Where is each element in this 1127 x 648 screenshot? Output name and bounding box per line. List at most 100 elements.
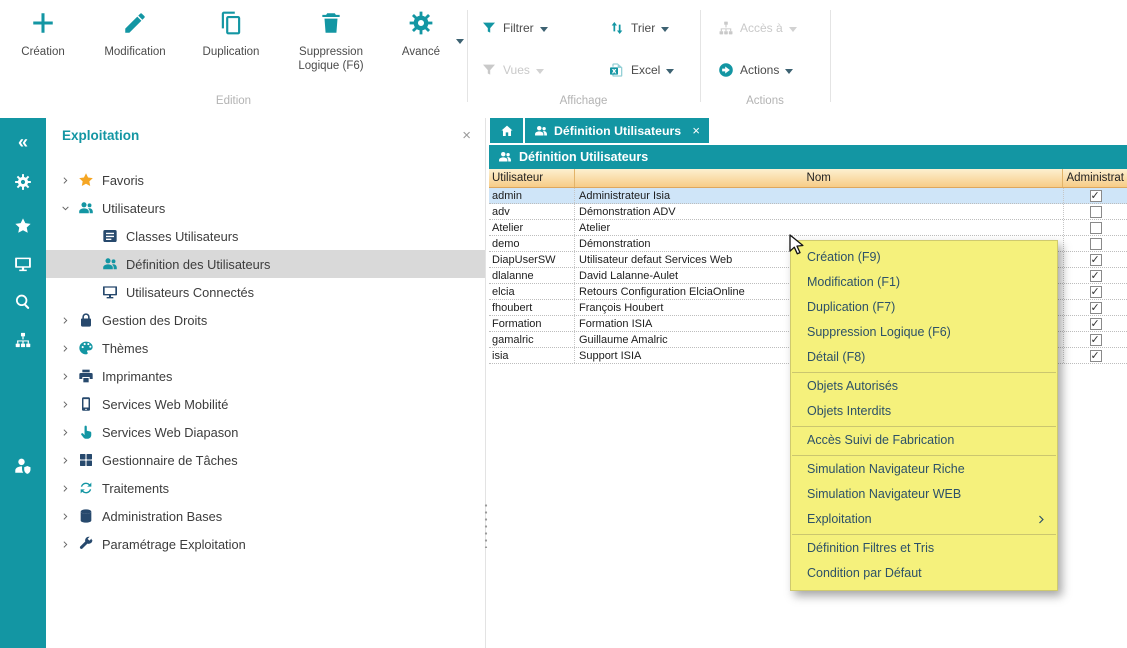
expand-chevron-icon[interactable]	[58, 509, 72, 523]
tree-item-label: Imprimantes	[102, 369, 172, 384]
tree-item-services-web-mobilite[interactable]: Services Web Mobilité	[46, 390, 485, 418]
cell-nom: Administrateur Isia	[575, 188, 1064, 203]
sidebar-item-settings[interactable]	[0, 166, 46, 198]
expand-chevron-icon[interactable]	[58, 397, 72, 411]
creation-button[interactable]: Création	[6, 10, 80, 59]
expand-chevron-icon[interactable]	[58, 453, 72, 467]
menu-separator	[792, 426, 1056, 427]
collapse-sidebar-button[interactable]: «	[0, 126, 46, 158]
context-menu-item-duplication[interactable]: Duplication (F7)	[791, 295, 1057, 320]
context-menu-item-exploitation[interactable]: Exploitation	[791, 507, 1057, 532]
admin-checkbox[interactable]	[1090, 270, 1102, 282]
tree-item-themes[interactable]: Thèmes	[46, 334, 485, 362]
column-header-administrateur[interactable]: Administrat	[1063, 169, 1127, 187]
access-label: Accès à	[740, 21, 783, 35]
chevron-down-icon	[666, 69, 674, 74]
table-row[interactable]: admin Administrateur Isia	[489, 188, 1127, 204]
context-menu-item-objets-autorises[interactable]: Objets Autorisés	[791, 374, 1057, 399]
admin-checkbox[interactable]	[1090, 302, 1102, 314]
views-button[interactable]: Vues	[481, 58, 544, 82]
admin-checkbox[interactable]	[1090, 206, 1102, 218]
tree-item-parametrage-exploitation[interactable]: Paramétrage Exploitation	[46, 530, 485, 558]
context-menu-item-objets-interdits[interactable]: Objets Interdits	[791, 399, 1057, 424]
tree-item-favoris[interactable]: Favoris	[46, 166, 485, 194]
tab-definition-utilisateurs[interactable]: Définition Utilisateurs ×	[525, 118, 709, 143]
column-header-utilisateur[interactable]: Utilisateur	[489, 169, 575, 187]
tree-item-services-web-diapason[interactable]: Services Web Diapason	[46, 418, 485, 446]
context-menu-item-condition-par-defaut[interactable]: Condition par Défaut	[791, 561, 1057, 586]
admin-checkbox[interactable]	[1090, 318, 1102, 330]
suppression-logique-button[interactable]: Suppression Logique (F6)	[282, 10, 380, 74]
duplication-label: Duplication	[203, 45, 260, 59]
sort-button[interactable]: Trier	[609, 16, 669, 40]
table-row[interactable]: Atelier Atelier	[489, 220, 1127, 236]
expand-chevron-icon[interactable]	[58, 537, 72, 551]
sidebar-item-search[interactable]	[0, 286, 46, 318]
tree-item-label: Administration Bases	[102, 509, 222, 524]
context-menu-item-suppression-logique[interactable]: Suppression Logique (F6)	[791, 320, 1057, 345]
monitor-icon	[102, 284, 118, 300]
expand-chevron-icon[interactable]	[58, 173, 72, 187]
admin-checkbox[interactable]	[1090, 350, 1102, 362]
tab-home[interactable]	[490, 118, 523, 143]
context-menu-item-definition-filtres-et-tris[interactable]: Définition Filtres et Tris	[791, 536, 1057, 561]
tree-item-gestionnaire-de-taches[interactable]: Gestionnaire de Tâches	[46, 446, 485, 474]
tree-item-classes-utilisateurs[interactable]: Classes Utilisateurs	[46, 222, 485, 250]
context-menu-item-simulation-navigateur-riche[interactable]: Simulation Navigateur Riche	[791, 457, 1057, 482]
duplication-button[interactable]: Duplication	[188, 10, 274, 59]
chevron-down-icon	[540, 27, 548, 32]
excel-icon	[609, 62, 625, 78]
access-button[interactable]: Accès à	[718, 16, 797, 40]
expand-chevron-icon[interactable]	[58, 481, 72, 495]
tree-item-utilisateurs-connectes[interactable]: Utilisateurs Connectés	[46, 278, 485, 306]
chevron-right-icon	[1036, 514, 1047, 525]
cell-utilisateur: fhoubert	[489, 300, 575, 315]
sidebar-item-screens[interactable]	[0, 248, 46, 280]
cell-administrateur	[1064, 252, 1127, 267]
users-icon	[534, 124, 548, 138]
modification-button[interactable]: Modification	[92, 10, 178, 59]
column-header-nom[interactable]: Nom	[575, 169, 1064, 187]
close-tab-button[interactable]: ×	[692, 124, 700, 137]
admin-checkbox[interactable]	[1090, 238, 1102, 250]
sidebar-item-users[interactable]	[0, 450, 46, 482]
tree-item-label: Favoris	[102, 173, 144, 188]
sidebar-item-favorites[interactable]	[0, 210, 46, 242]
expand-chevron-icon[interactable]	[58, 341, 72, 355]
ribbon-separator	[830, 10, 831, 102]
table-header-row: Utilisateur Nom Administrat	[489, 169, 1127, 188]
admin-checkbox[interactable]	[1090, 334, 1102, 346]
trash-icon	[318, 10, 344, 36]
tree-item-gestion-des-droits[interactable]: Gestion des Droits	[46, 306, 485, 334]
tree-item-utilisateurs[interactable]: Utilisateurs	[46, 194, 485, 222]
table-row[interactable]: adv Démonstration ADV	[489, 204, 1127, 220]
excel-button[interactable]: Excel	[609, 58, 674, 82]
app-sidebar: «	[0, 118, 46, 648]
actions-button[interactable]: Actions	[718, 58, 793, 82]
admin-checkbox[interactable]	[1090, 222, 1102, 234]
context-menu-item-creation[interactable]: Création (F9)	[791, 245, 1057, 270]
filter-button[interactable]: Filtrer	[481, 16, 548, 40]
expand-chevron-icon[interactable]	[58, 425, 72, 439]
tree-item-traitements[interactable]: Traitements	[46, 474, 485, 502]
context-menu-item-simulation-navigateur-web[interactable]: Simulation Navigateur WEB	[791, 482, 1057, 507]
admin-checkbox[interactable]	[1090, 190, 1102, 202]
sidebar-item-sitemap[interactable]	[0, 324, 46, 356]
admin-checkbox[interactable]	[1090, 254, 1102, 266]
tree-item-imprimantes[interactable]: Imprimantes	[46, 362, 485, 390]
splitter-handle[interactable]	[484, 502, 488, 548]
context-menu-item-acces-suivi-de-fabrication[interactable]: Accès Suivi de Fabrication	[791, 428, 1057, 453]
tree-item-administration-bases[interactable]: Administration Bases	[46, 502, 485, 530]
avance-dropdown-caret[interactable]	[456, 44, 464, 62]
tree-item-definition-des-utilisateurs[interactable]: Définition des Utilisateurs	[46, 250, 485, 278]
context-menu-item-modification[interactable]: Modification (F1)	[791, 270, 1057, 295]
admin-checkbox[interactable]	[1090, 286, 1102, 298]
excel-label: Excel	[631, 63, 660, 77]
expand-chevron-icon[interactable]	[58, 369, 72, 383]
context-menu: Création (F9) Modification (F1) Duplicat…	[790, 240, 1058, 591]
expand-chevron-icon[interactable]	[58, 313, 72, 327]
expand-chevron-icon[interactable]	[58, 201, 72, 215]
close-panel-button[interactable]: ×	[462, 127, 471, 144]
avance-button[interactable]: Avancé	[392, 10, 450, 59]
context-menu-item-detail[interactable]: Détail (F8)	[791, 345, 1057, 370]
